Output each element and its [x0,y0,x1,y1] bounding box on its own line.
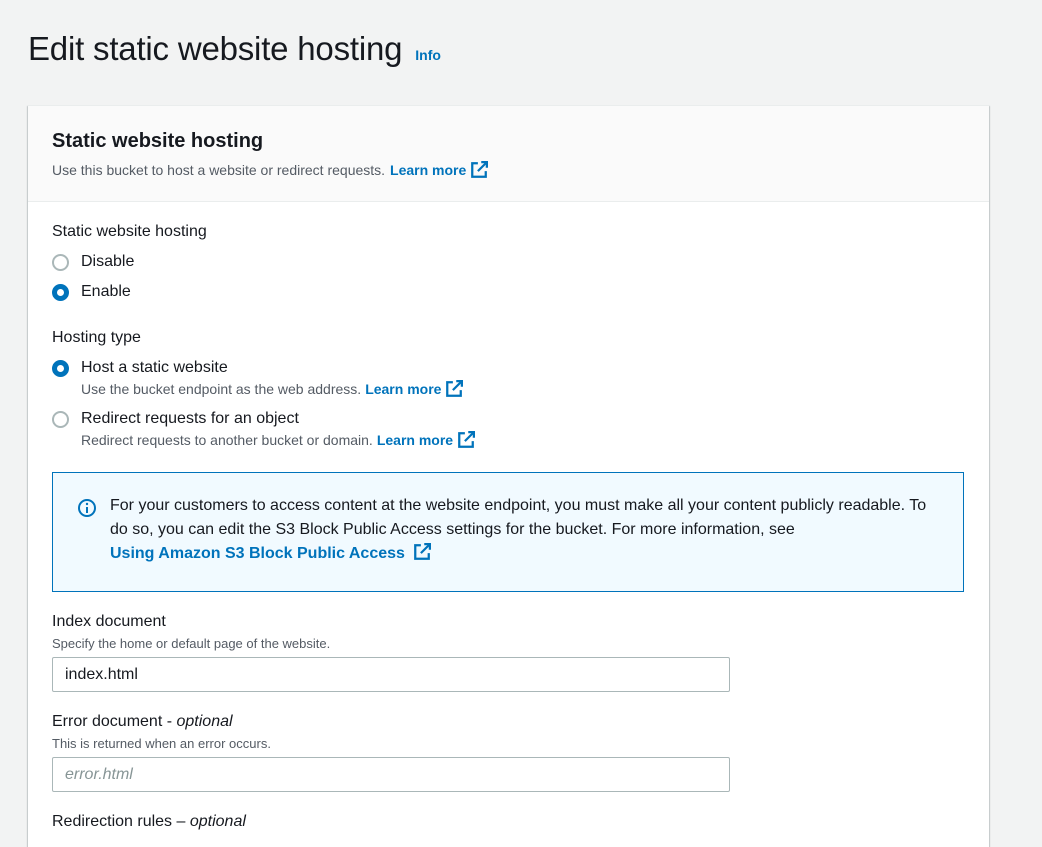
index-document-label: Index document [52,613,166,630]
block-public-access-link[interactable]: Using Amazon S3 Block Public Access [110,545,405,562]
external-link-icon[interactable] [445,380,464,398]
page-header: Edit static website hosting Info [28,30,441,68]
hosting-label: Static website hosting [52,223,207,240]
alert-content: For your customers to access content at … [110,494,939,591]
page-title: Edit static website hosting [28,30,403,67]
redirection-rules-field: Redirection rules – optional [52,812,965,832]
radio-host-static-description: Use the bucket endpoint as the web addre… [81,380,965,398]
panel-header: Static website hosting Use this bucket t… [28,106,989,202]
radio-redirect-description: Redirect requests to another bucket or d… [81,431,965,449]
error-document-label: Error document - optional [52,712,965,732]
hosting-type-field: Hosting type Host a static website Use t… [52,328,965,449]
redirect-learn-more-link[interactable]: Learn more [377,432,453,449]
hosting-field: Static website hosting Disable Enable [52,222,965,302]
index-document-hint: Specify the home or default page of the … [52,636,331,651]
external-link-icon[interactable] [457,431,476,449]
radio-redirect-desc-text: Redirect requests to another bucket or d… [81,431,373,448]
static-website-hosting-panel: Static website hosting Use this bucket t… [28,105,989,847]
panel-description-text: Use this bucket to host a website or red… [52,162,386,178]
radio-redirect-input[interactable] [52,411,69,428]
hosting-type-label: Hosting type [52,329,141,346]
index-document-input[interactable] [52,657,730,692]
radio-redirect[interactable]: Redirect requests for an object Redirect… [52,409,965,449]
host-static-learn-more-link[interactable]: Learn more [365,381,441,398]
info-alert: For your customers to access content at … [52,472,964,592]
radio-disable-input[interactable] [52,254,69,271]
radio-enable[interactable]: Enable [52,282,965,302]
redirection-rules-label-text: Redirection rules – [52,813,186,830]
radio-disable[interactable]: Disable [52,252,965,272]
redirection-rules-label: Redirection rules – optional [52,812,965,832]
index-document-field: Index document Specify the home or defau… [52,612,965,692]
error-document-label-text: Error document - [52,713,173,730]
radio-enable-input[interactable] [52,284,69,301]
error-document-input[interactable] [52,757,730,792]
radio-host-static-label: Host a static website [81,359,228,376]
alert-text: For your customers to access content at … [110,497,927,538]
radio-redirect-row[interactable]: Redirect requests for an object [52,409,965,429]
info-link[interactable]: Info [415,47,441,63]
redirection-rules-optional: optional [189,813,246,830]
info-circle-icon [78,499,96,517]
radio-host-static-desc-text: Use the bucket endpoint as the web addre… [81,380,362,397]
radio-disable-label: Disable [81,253,135,270]
panel-body: Static website hosting Disable Enable Ho… [28,202,989,847]
error-document-optional: optional [176,713,233,730]
panel-title: Static website hosting [52,130,264,152]
radio-host-static[interactable]: Host a static website Use the bucket end… [52,358,965,398]
panel-description: Use this bucket to host a website or red… [52,161,965,179]
radio-host-static-row[interactable]: Host a static website [52,358,965,378]
radio-host-static-input[interactable] [52,360,69,377]
radio-redirect-label: Redirect requests for an object [81,410,299,427]
external-link-icon[interactable] [413,543,432,561]
panel-learn-more-link[interactable]: Learn more [390,162,466,178]
radio-enable-label: Enable [81,283,131,300]
error-document-hint: This is returned when an error occurs. [52,736,271,751]
external-link-icon[interactable] [470,161,489,179]
error-document-field: Error document - optional This is return… [52,712,965,792]
